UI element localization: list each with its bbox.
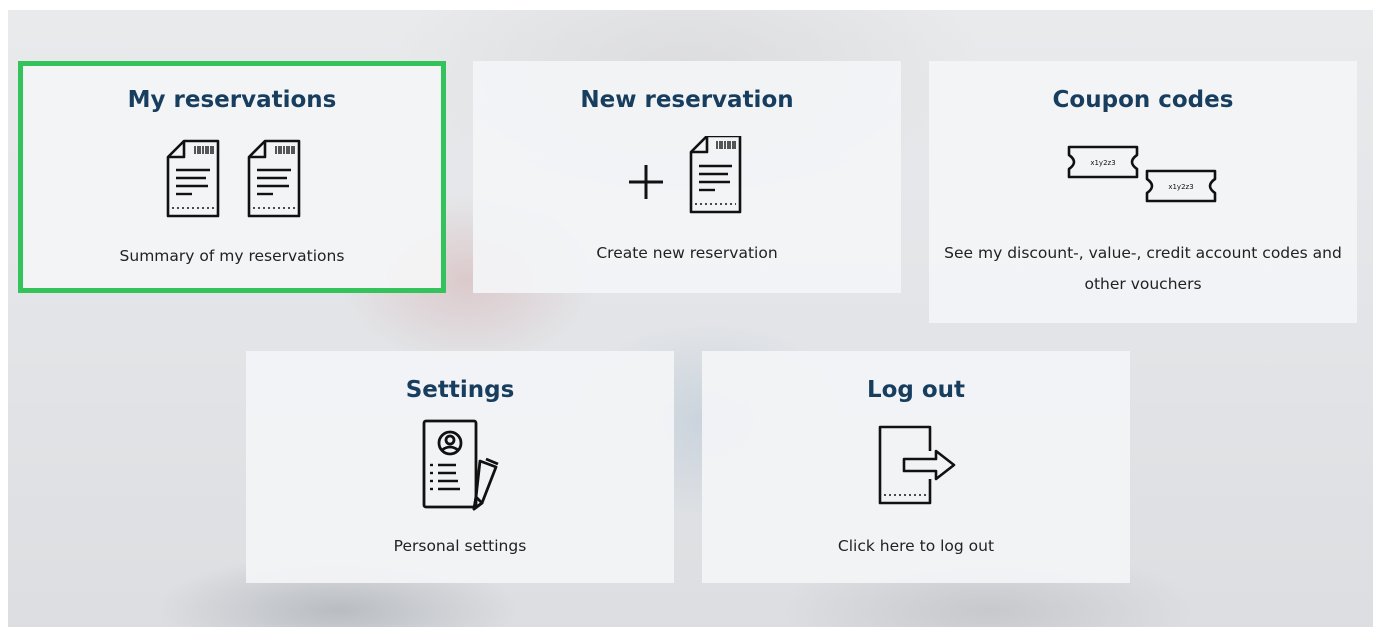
documents-icon (162, 136, 302, 220)
profile-edit-icon (416, 417, 504, 511)
coupon-codes-title: Coupon codes (1052, 87, 1234, 113)
tickets-icon: x1y2z3 x1y2z3 (1061, 141, 1225, 223)
add-document-icon (623, 136, 751, 216)
ticket-code-2: x1y2z3 (1168, 183, 1193, 191)
logout-icon (878, 423, 958, 507)
my-reservations-title: My reservations (127, 87, 337, 113)
logout-description: Click here to log out (837, 537, 995, 555)
settings-title: Settings (405, 377, 515, 403)
coupon-codes-description: See my discount-, value-, credit account… (944, 244, 1342, 293)
settings-tile[interactable]: Settings Personal settings (246, 351, 674, 583)
new-reservation-description: Create new reservation (596, 244, 778, 262)
logout-title: Log out (866, 377, 966, 403)
new-reservation-title: New reservation (580, 87, 794, 113)
logout-tile[interactable]: Log out Click here to log out (702, 351, 1130, 583)
settings-description: Personal settings (393, 537, 527, 555)
ticket-code-1: x1y2z3 (1090, 159, 1115, 167)
my-reservations-tile[interactable]: My reservations Summary of my reservatio… (18, 61, 446, 293)
new-reservation-tile[interactable]: New reservation Create new reservation (473, 61, 901, 293)
coupon-codes-tile[interactable]: Coupon codes x1y2z3 x1y2z3 See my discou… (929, 61, 1357, 323)
my-reservations-description: Summary of my reservations (119, 247, 345, 265)
